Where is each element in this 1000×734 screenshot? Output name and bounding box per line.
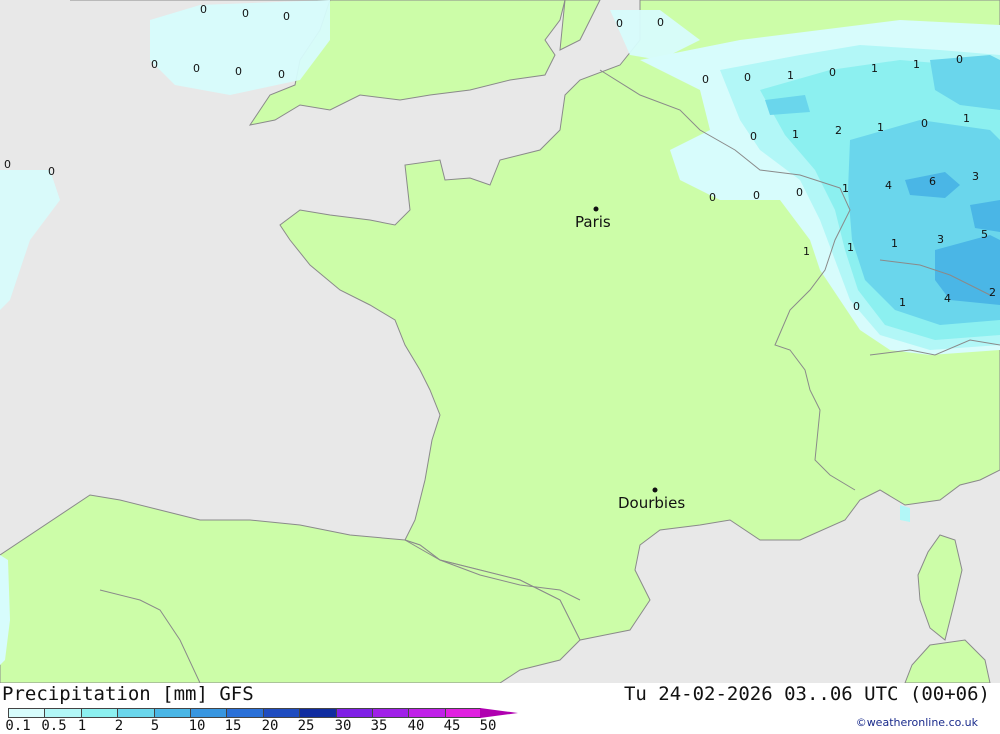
value-label: 1 bbox=[792, 128, 799, 141]
value-label: 1 bbox=[842, 182, 849, 195]
legend-swatch bbox=[8, 708, 45, 718]
product-label: Precipitation [mm] GFS bbox=[2, 683, 254, 705]
value-label: 5 bbox=[981, 228, 988, 241]
value-label: 0 bbox=[200, 3, 207, 16]
value-label: 0 bbox=[853, 300, 860, 313]
legend-tick: 1 bbox=[77, 718, 87, 734]
map-canvas: Paris Dourbies 0 0 0 0 0 0 0 0 0 0 0 0 0… bbox=[0, 0, 1000, 683]
value-label: 0 bbox=[796, 186, 803, 199]
value-label: 0 bbox=[616, 17, 623, 30]
value-label: 0 bbox=[753, 189, 760, 202]
city-label-paris: Paris bbox=[575, 213, 611, 231]
legend-tick: 40 bbox=[407, 718, 425, 734]
value-label: 1 bbox=[847, 241, 854, 254]
legend-tick: 20 bbox=[261, 718, 279, 734]
city-marker-icon bbox=[593, 206, 599, 212]
value-label: 0 bbox=[235, 65, 242, 78]
credit-link[interactable]: ©weatheronline.co.uk bbox=[856, 716, 978, 729]
value-label: 0 bbox=[829, 66, 836, 79]
legend-swatch bbox=[408, 708, 445, 718]
value-label: 2 bbox=[989, 286, 996, 299]
legend-swatch bbox=[262, 708, 300, 718]
value-label: 1 bbox=[899, 296, 906, 309]
value-label: 2 bbox=[835, 124, 842, 137]
value-label: 4 bbox=[885, 179, 892, 192]
legend-tick: 2 bbox=[114, 718, 124, 734]
precipitation-map: Paris Dourbies 0 0 0 0 0 0 0 0 0 0 0 0 0… bbox=[0, 0, 1000, 683]
map-footer: Precipitation [mm] GFS Tu 24-02-2026 03.… bbox=[0, 683, 1000, 734]
legend-swatch bbox=[189, 708, 227, 718]
value-label: 0 bbox=[193, 62, 200, 75]
legend-arrow-icon bbox=[480, 708, 518, 718]
valid-time-label: Tu 24-02-2026 03..06 UTC (00+06) bbox=[623, 683, 990, 705]
value-label: 1 bbox=[871, 62, 878, 75]
value-label: 6 bbox=[929, 175, 936, 188]
legend-swatch bbox=[153, 708, 190, 718]
value-label: 0 bbox=[921, 117, 928, 130]
legend-swatch bbox=[80, 708, 118, 718]
value-label: 1 bbox=[913, 58, 920, 71]
value-label: 0 bbox=[750, 130, 757, 143]
legend-tick: 30 bbox=[334, 718, 352, 734]
legend-swatch bbox=[335, 708, 372, 718]
legend-swatch bbox=[371, 708, 409, 718]
legend-swatch bbox=[444, 708, 482, 718]
value-label: 3 bbox=[937, 233, 944, 246]
value-label: 1 bbox=[963, 112, 970, 125]
city-label-dourbies: Dourbies bbox=[618, 494, 685, 512]
value-label: 0 bbox=[48, 165, 55, 178]
city-marker-icon bbox=[652, 487, 658, 493]
value-label: 1 bbox=[891, 237, 898, 250]
precipitation-legend bbox=[8, 708, 482, 718]
value-label: 1 bbox=[877, 121, 884, 134]
legend-swatch bbox=[226, 708, 263, 718]
legend-swatch bbox=[299, 708, 336, 718]
legend-tick: 0.5 bbox=[41, 718, 67, 734]
legend-tick: 0.1 bbox=[5, 718, 31, 734]
value-label: 0 bbox=[956, 53, 963, 66]
legend-tick: 45 bbox=[443, 718, 461, 734]
legend-tick: 35 bbox=[370, 718, 388, 734]
legend-tick: 15 bbox=[224, 718, 242, 734]
legend-tick: 50 bbox=[479, 718, 497, 734]
value-label: 1 bbox=[787, 69, 794, 82]
value-label: 0 bbox=[702, 73, 709, 86]
value-label: 0 bbox=[283, 10, 290, 23]
value-label: 0 bbox=[709, 191, 716, 204]
value-label: 0 bbox=[657, 16, 664, 29]
value-label: 1 bbox=[803, 245, 810, 258]
legend-tick: 5 bbox=[150, 718, 160, 734]
legend-tick: 25 bbox=[297, 718, 315, 734]
value-label: 3 bbox=[972, 170, 979, 183]
legend-swatch bbox=[44, 708, 81, 718]
value-label: 0 bbox=[744, 71, 751, 84]
legend-swatch bbox=[117, 708, 154, 718]
value-label: 0 bbox=[278, 68, 285, 81]
legend-ticks: 0.1 0.5 1 2 5 10 15 20 25 30 35 40 45 50 bbox=[0, 718, 540, 734]
legend-tick: 10 bbox=[188, 718, 206, 734]
value-label: 0 bbox=[4, 158, 11, 171]
value-label: 4 bbox=[944, 292, 951, 305]
value-label: 0 bbox=[151, 58, 158, 71]
value-label: 0 bbox=[242, 7, 249, 20]
